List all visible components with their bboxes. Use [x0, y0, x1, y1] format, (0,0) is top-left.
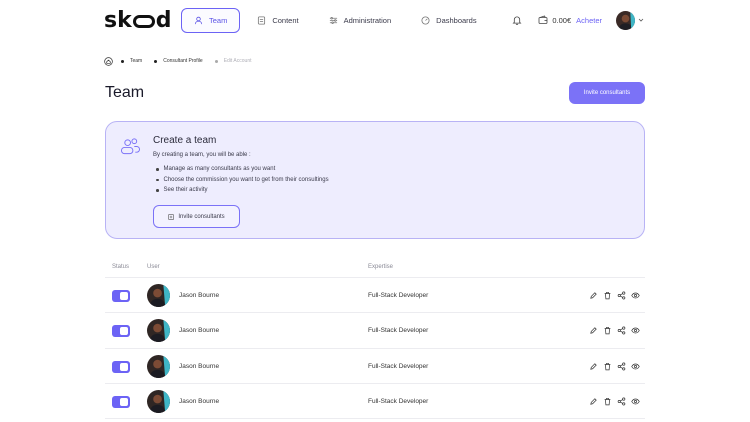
status-toggle[interactable]: [112, 395, 130, 408]
card-subtitle: By creating a team, you will be able :: [153, 152, 251, 158]
breadcrumb-edit-account: Edit Account: [223, 58, 252, 64]
user-name: Jason Bourne: [179, 397, 220, 405]
trash-icon[interactable]: [603, 362, 612, 371]
user-name: Jason Bourne: [179, 362, 220, 370]
top-header: sk d Team Content Administration Dashboar…: [0, 0, 750, 42]
list-item: See their activity: [153, 185, 329, 196]
user-avatar[interactable]: [616, 10, 635, 30]
create-team-card: Create a team By creating a team, you wi…: [105, 121, 645, 239]
edit-icon[interactable]: [589, 397, 598, 406]
logo-text-left: sk: [104, 7, 132, 33]
administration-icon: [329, 17, 337, 24]
row-actions: [589, 291, 640, 300]
nav-label-team: Team: [209, 16, 228, 25]
edit-icon[interactable]: [589, 326, 598, 335]
breadcrumb-team[interactable]: Team: [130, 58, 142, 64]
user-expertise: Full-Stack Developer: [368, 327, 429, 335]
table-row: Jason Bourne Full-Stack Developer: [105, 313, 645, 349]
toggle-knob: [120, 292, 128, 300]
share-icon[interactable]: [617, 291, 626, 300]
nav-item-administration[interactable]: Administration: [316, 8, 405, 33]
user-name: Jason Bourne: [179, 327, 220, 335]
nav-label-administration: Administration: [343, 16, 392, 25]
main-nav: Team Content Administration Dashboards: [181, 8, 494, 33]
logo-text-right: d: [155, 7, 172, 33]
trash-icon[interactable]: [603, 291, 612, 300]
share-icon[interactable]: [617, 362, 626, 371]
dashboards-icon: [421, 16, 430, 25]
team-table: Status User Expertise Jason Bourne Full-…: [105, 258, 645, 420]
team-group-icon: [121, 138, 141, 155]
toggle-knob: [120, 327, 128, 336]
row-actions: [589, 397, 640, 406]
table-row: Jason Bourne Full-Stack Developer: [105, 278, 645, 314]
status-toggle[interactable]: [112, 290, 130, 302]
list-item: Manage as many consultants as you want: [153, 164, 329, 175]
breadcrumb-consultant-profile[interactable]: Consultant Profile: [163, 58, 202, 64]
content-icon: [258, 16, 266, 25]
bell-icon[interactable]: [512, 15, 522, 25]
nav-item-dashboards[interactable]: Dashboards: [408, 8, 489, 33]
toggle-knob: [120, 397, 128, 406]
page-title: Team: [105, 84, 145, 101]
card-invite-consultants-button[interactable]: Invite consultants: [153, 205, 240, 228]
row-actions: [589, 326, 640, 335]
user-name: Jason Bourne: [179, 292, 220, 299]
nav-label-dashboards: Dashboards: [436, 16, 477, 25]
header-user: User: [147, 264, 160, 270]
table-row: Jason Bourne Full-Stack Developer: [105, 349, 645, 384]
header-expertise: Expertise: [368, 264, 394, 270]
team-icon: [194, 16, 203, 25]
balance-amount: 0.00€: [552, 15, 572, 25]
table-row: Jason Bourne Full-Stack Developer: [105, 384, 645, 420]
user-expertise: Full-Stack Developer: [368, 397, 429, 405]
buy-link[interactable]: Acheter: [576, 16, 602, 25]
eye-icon[interactable]: [631, 362, 640, 371]
trash-icon[interactable]: [603, 326, 612, 335]
invite-consultants-button[interactable]: Invite consultants: [569, 82, 645, 104]
card-benefits-list: Manage as many consultants as you want C…: [153, 164, 329, 196]
eye-icon[interactable]: [631, 326, 640, 335]
eye-icon[interactable]: [631, 397, 640, 406]
table-header: Status User Expertise: [105, 258, 645, 278]
header-status: Status: [112, 264, 130, 270]
avatar: [147, 284, 170, 307]
user-expertise: Full-Stack Developer: [368, 362, 429, 370]
home-icon[interactable]: [104, 56, 113, 66]
status-toggle[interactable]: [112, 325, 130, 338]
nav-label-content: Content: [272, 16, 299, 25]
user-expertise: Full-Stack Developer: [368, 292, 429, 299]
table-body: Jason Bourne Full-Stack Developer Jason …: [105, 278, 645, 420]
status-toggle[interactable]: [112, 360, 130, 373]
share-icon[interactable]: [617, 326, 626, 335]
card-title: Create a team: [153, 135, 217, 146]
chevron-down-icon[interactable]: [638, 17, 644, 23]
avatar: [147, 354, 170, 378]
plus-square-icon: [168, 213, 175, 220]
nav-item-content[interactable]: Content: [244, 8, 311, 33]
avatar: [147, 319, 170, 343]
share-icon[interactable]: [617, 397, 626, 406]
list-item: Choose the commission you want to get fr…: [153, 175, 329, 186]
skood-logo[interactable]: sk d: [104, 7, 172, 33]
breadcrumb: Team Consultant Profile Edit Account: [104, 56, 264, 66]
header-right: 0.00€ Acheter: [512, 10, 644, 30]
edit-icon[interactable]: [589, 362, 598, 371]
row-actions: [589, 362, 640, 371]
toggle-knob: [120, 362, 128, 371]
breadcrumb-separator: [154, 59, 158, 63]
wallet-icon: [538, 15, 548, 24]
trash-icon[interactable]: [603, 397, 612, 406]
eye-icon[interactable]: [631, 291, 640, 300]
nav-item-team[interactable]: Team: [181, 8, 241, 33]
breadcrumb-separator: [214, 59, 218, 63]
edit-icon[interactable]: [589, 291, 598, 300]
breadcrumb-separator: [121, 59, 124, 63]
logo-oo-shape: [132, 14, 155, 28]
avatar: [147, 389, 170, 413]
card-invite-label: Invite consultants: [178, 213, 225, 220]
